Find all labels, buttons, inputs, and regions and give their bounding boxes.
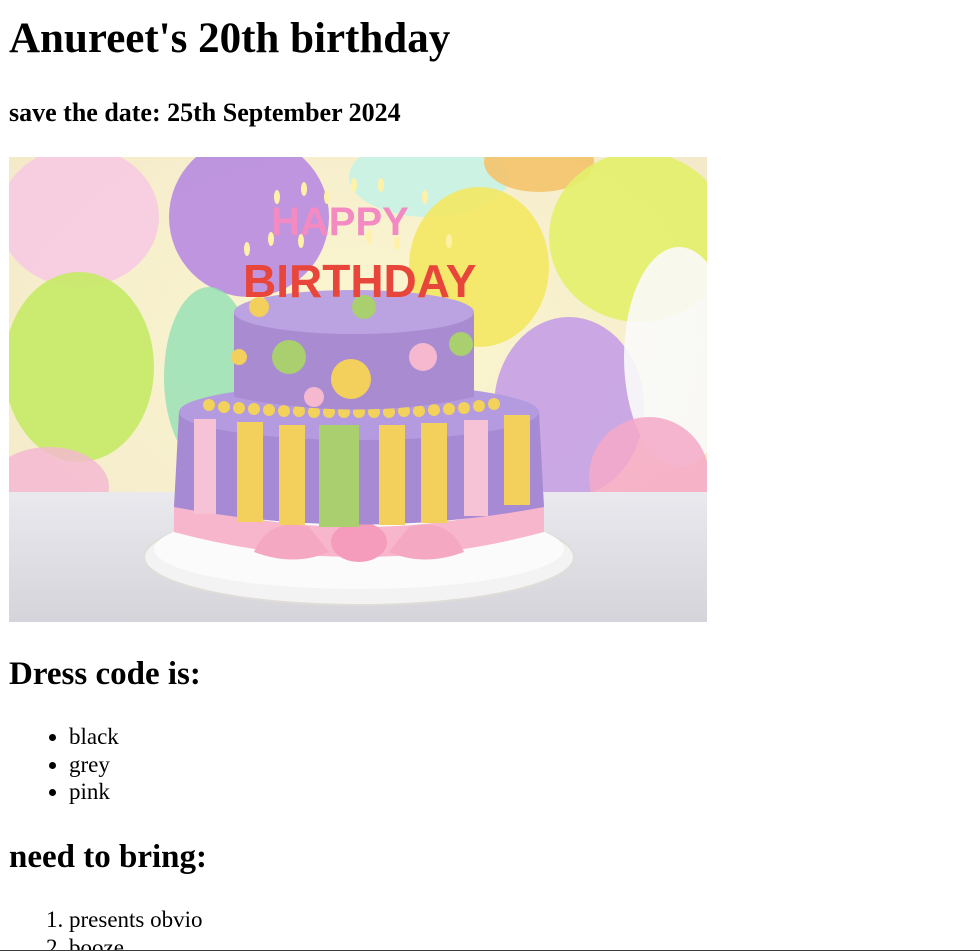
list-item: booze	[69, 934, 203, 951]
save-the-date-subtitle: save the date: 25th September 2024	[9, 98, 401, 127]
candle-text-happy: HAPPY	[271, 200, 409, 244]
need-to-bring-heading: need to bring:	[9, 839, 207, 875]
birthday-cake-image: HAPPY BIRTHDAY	[9, 157, 707, 622]
candle-text-birthday: BIRTHDAY	[243, 255, 476, 307]
dress-code-list: black grey pink	[9, 723, 119, 806]
page-title: Anureet's 20th birthday	[9, 15, 451, 62]
dress-code-heading: Dress code is:	[9, 656, 201, 692]
list-item: grey	[69, 751, 119, 779]
list-item: black	[69, 723, 119, 751]
need-to-bring-list: presents obvio booze	[9, 906, 203, 951]
list-item: pink	[69, 778, 119, 806]
list-item: presents obvio	[69, 906, 203, 934]
birthday-cake-illustration: HAPPY BIRTHDAY	[9, 157, 707, 622]
